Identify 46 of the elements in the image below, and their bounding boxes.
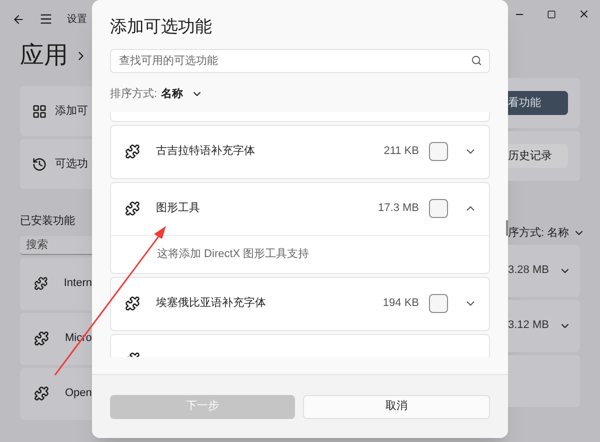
feature-name: Intern bbox=[64, 276, 92, 292]
feature-name: 古吉拉特语补充字体 bbox=[156, 144, 256, 160]
checkbox[interactable] bbox=[429, 294, 448, 313]
section-heading: 已安装功能 bbox=[20, 214, 76, 229]
sort-dropdown[interactable]: 排序方式: 名称 bbox=[110, 86, 204, 102]
close-icon[interactable] bbox=[578, 8, 590, 20]
history-button[interactable]: 历史记录 bbox=[508, 144, 568, 168]
feature-card[interactable]: 图形工具 17.3 MB 这将添加 DirectX 图形工具支持 bbox=[110, 182, 490, 274]
scrollbar-thumb[interactable] bbox=[506, 220, 508, 236]
maximize-icon[interactable] bbox=[547, 10, 556, 18]
feature-card[interactable]: 埃塞俄比亚语补充字体 194 KB bbox=[110, 276, 490, 330]
feature-size: 3.12 MB bbox=[508, 318, 549, 334]
page-title: 应用 bbox=[20, 41, 68, 71]
window-title: 设置 bbox=[67, 12, 87, 26]
search-icon bbox=[471, 55, 482, 66]
feature-name: Open bbox=[65, 386, 92, 402]
view-features-button[interactable]: 看功能 bbox=[508, 91, 568, 115]
puzzle-icon bbox=[34, 386, 49, 401]
feature-size: 17.3 MB bbox=[378, 201, 419, 216]
puzzle-icon bbox=[125, 296, 140, 311]
checkbox[interactable] bbox=[429, 142, 448, 161]
card-label: 可选功 bbox=[55, 156, 88, 172]
checkbox[interactable] bbox=[429, 199, 448, 218]
feature-row[interactable]: 3.28 MB bbox=[508, 244, 580, 296]
dialog-title: 添加可选功能 bbox=[110, 16, 213, 38]
feature-row[interactable]: Open bbox=[20, 368, 92, 420]
feature-description: 这将添加 DirectX 图形工具支持 bbox=[157, 246, 310, 262]
feature-size: 194 KB bbox=[382, 296, 419, 312]
search-field[interactable]: 搜索 bbox=[20, 236, 92, 254]
feature-card[interactable]: 古吉拉特语补充字体 211 KB bbox=[110, 124, 490, 178]
feature-name: 埃塞俄比亚语补充字体 bbox=[156, 296, 267, 312]
back-icon[interactable] bbox=[12, 12, 25, 26]
card-label: 添加可 bbox=[55, 104, 88, 119]
menu-icon[interactable] bbox=[39, 12, 53, 26]
feature-size: 3.28 MB bbox=[508, 263, 549, 278]
cancel-button[interactable]: 取消 bbox=[303, 394, 490, 418]
puzzle-icon bbox=[34, 276, 48, 291]
feature-row[interactable]: 3.12 MB bbox=[508, 300, 580, 352]
feature-row[interactable]: Intern bbox=[20, 258, 92, 310]
feature-size: 211 KB bbox=[384, 144, 419, 160]
puzzle-icon bbox=[34, 331, 49, 346]
sort-dropdown[interactable]: 序方式: 名称 bbox=[508, 225, 600, 242]
feature-name: 图形工具 bbox=[156, 201, 201, 216]
history-icon bbox=[32, 156, 47, 172]
puzzle-icon bbox=[125, 201, 140, 216]
puzzle-icon bbox=[125, 144, 140, 159]
